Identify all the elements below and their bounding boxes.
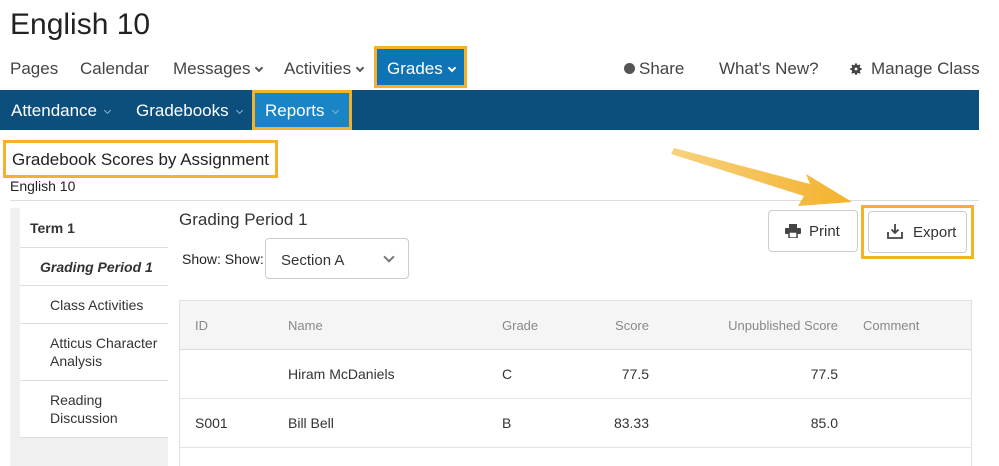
- export-button[interactable]: Export: [868, 211, 967, 253]
- cell-id: S001: [195, 415, 228, 431]
- col-name[interactable]: Name: [288, 301, 323, 350]
- nav-activities[interactable]: Activities: [284, 46, 365, 88]
- chevron-down-icon: [235, 106, 243, 115]
- cell-grade: B: [502, 415, 512, 431]
- report-title: Gradebook Scores by Assignment: [3, 140, 279, 178]
- table-row: S001 Bill Bell B 83.33 85.0: [180, 399, 971, 448]
- grading-period-title: Grading Period 1: [179, 210, 308, 229]
- cell-unpublished-score: 77.5: [810, 366, 838, 382]
- print-button[interactable]: Print: [768, 210, 858, 252]
- printer-icon: [785, 224, 801, 238]
- scores-table: ID Name Grade Score Unpublished Score Co…: [179, 300, 972, 466]
- nav-pages[interactable]: Pages: [10, 46, 58, 88]
- annotation-arrow-icon: [671, 148, 852, 206]
- chevron-down-icon: [103, 106, 112, 115]
- sidebar-item-class-activities[interactable]: Class Activities: [20, 286, 168, 324]
- cell-unpublished-score: 85.0: [810, 415, 838, 431]
- col-unpublished-score[interactable]: Unpublished Score: [728, 301, 838, 350]
- nav-calendar[interactable]: Calendar: [80, 46, 149, 88]
- table-header: ID Name Grade Score Unpublished Score Co…: [180, 301, 971, 350]
- report-sidebar: Term 1 Grading Period 1 Class Activities…: [10, 208, 168, 466]
- download-icon: [887, 224, 903, 239]
- col-grade[interactable]: Grade: [502, 301, 538, 350]
- chevron-down-icon: [331, 106, 339, 115]
- nav-messages[interactable]: Messages: [173, 46, 264, 88]
- cell-grade: C: [502, 366, 513, 382]
- sub-nav: Attendance Gradebooks Reports: [0, 90, 979, 130]
- report-subtitle: English 10: [10, 178, 76, 194]
- sidebar-grading-period[interactable]: Grading Period 1: [20, 248, 168, 286]
- table-row: Hiram McDaniels C 77.5 77.5: [180, 350, 971, 399]
- cell-score: 77.5: [621, 366, 649, 382]
- cell-name: Bill Bell: [288, 415, 334, 431]
- nav-grades[interactable]: Grades: [374, 46, 467, 88]
- divider: [10, 200, 979, 201]
- nav-manage-class[interactable]: Manage Class: [849, 46, 980, 88]
- sidebar-item-reading-discussion[interactable]: Reading Discussion: [20, 381, 168, 438]
- page-title: English 10: [10, 8, 151, 41]
- chevron-down-icon: [383, 251, 395, 263]
- section-select[interactable]: Section A: [265, 238, 409, 279]
- subnav-gradebooks[interactable]: Gradebooks: [136, 90, 243, 130]
- sidebar-item-atticus-analysis[interactable]: Atticus Character Analysis: [20, 324, 168, 381]
- gear-icon: [850, 63, 862, 75]
- chevron-down-icon: [255, 63, 264, 73]
- show-label: Show: Show:: [182, 251, 264, 267]
- cell-score: 83.33: [613, 415, 649, 431]
- chevron-down-icon: [355, 63, 365, 73]
- col-comment[interactable]: Comment: [863, 301, 919, 350]
- export-highlight: Export: [861, 205, 974, 259]
- sidebar-term[interactable]: Term 1: [20, 208, 168, 248]
- cell-name: Hiram McDaniels: [288, 366, 395, 382]
- nav-whats-new[interactable]: What's New?: [719, 46, 819, 88]
- col-score[interactable]: Score: [615, 301, 649, 350]
- subnav-reports[interactable]: Reports: [252, 90, 352, 130]
- chevron-down-icon: [447, 63, 456, 73]
- globe-icon: [624, 63, 635, 74]
- nav-share[interactable]: Share: [624, 46, 684, 88]
- subnav-attendance[interactable]: Attendance: [11, 90, 112, 130]
- col-id[interactable]: ID: [195, 301, 208, 350]
- top-nav: Pages Calendar Messages Activities Grade…: [0, 46, 999, 88]
- section-select-value: Section A: [281, 252, 345, 269]
